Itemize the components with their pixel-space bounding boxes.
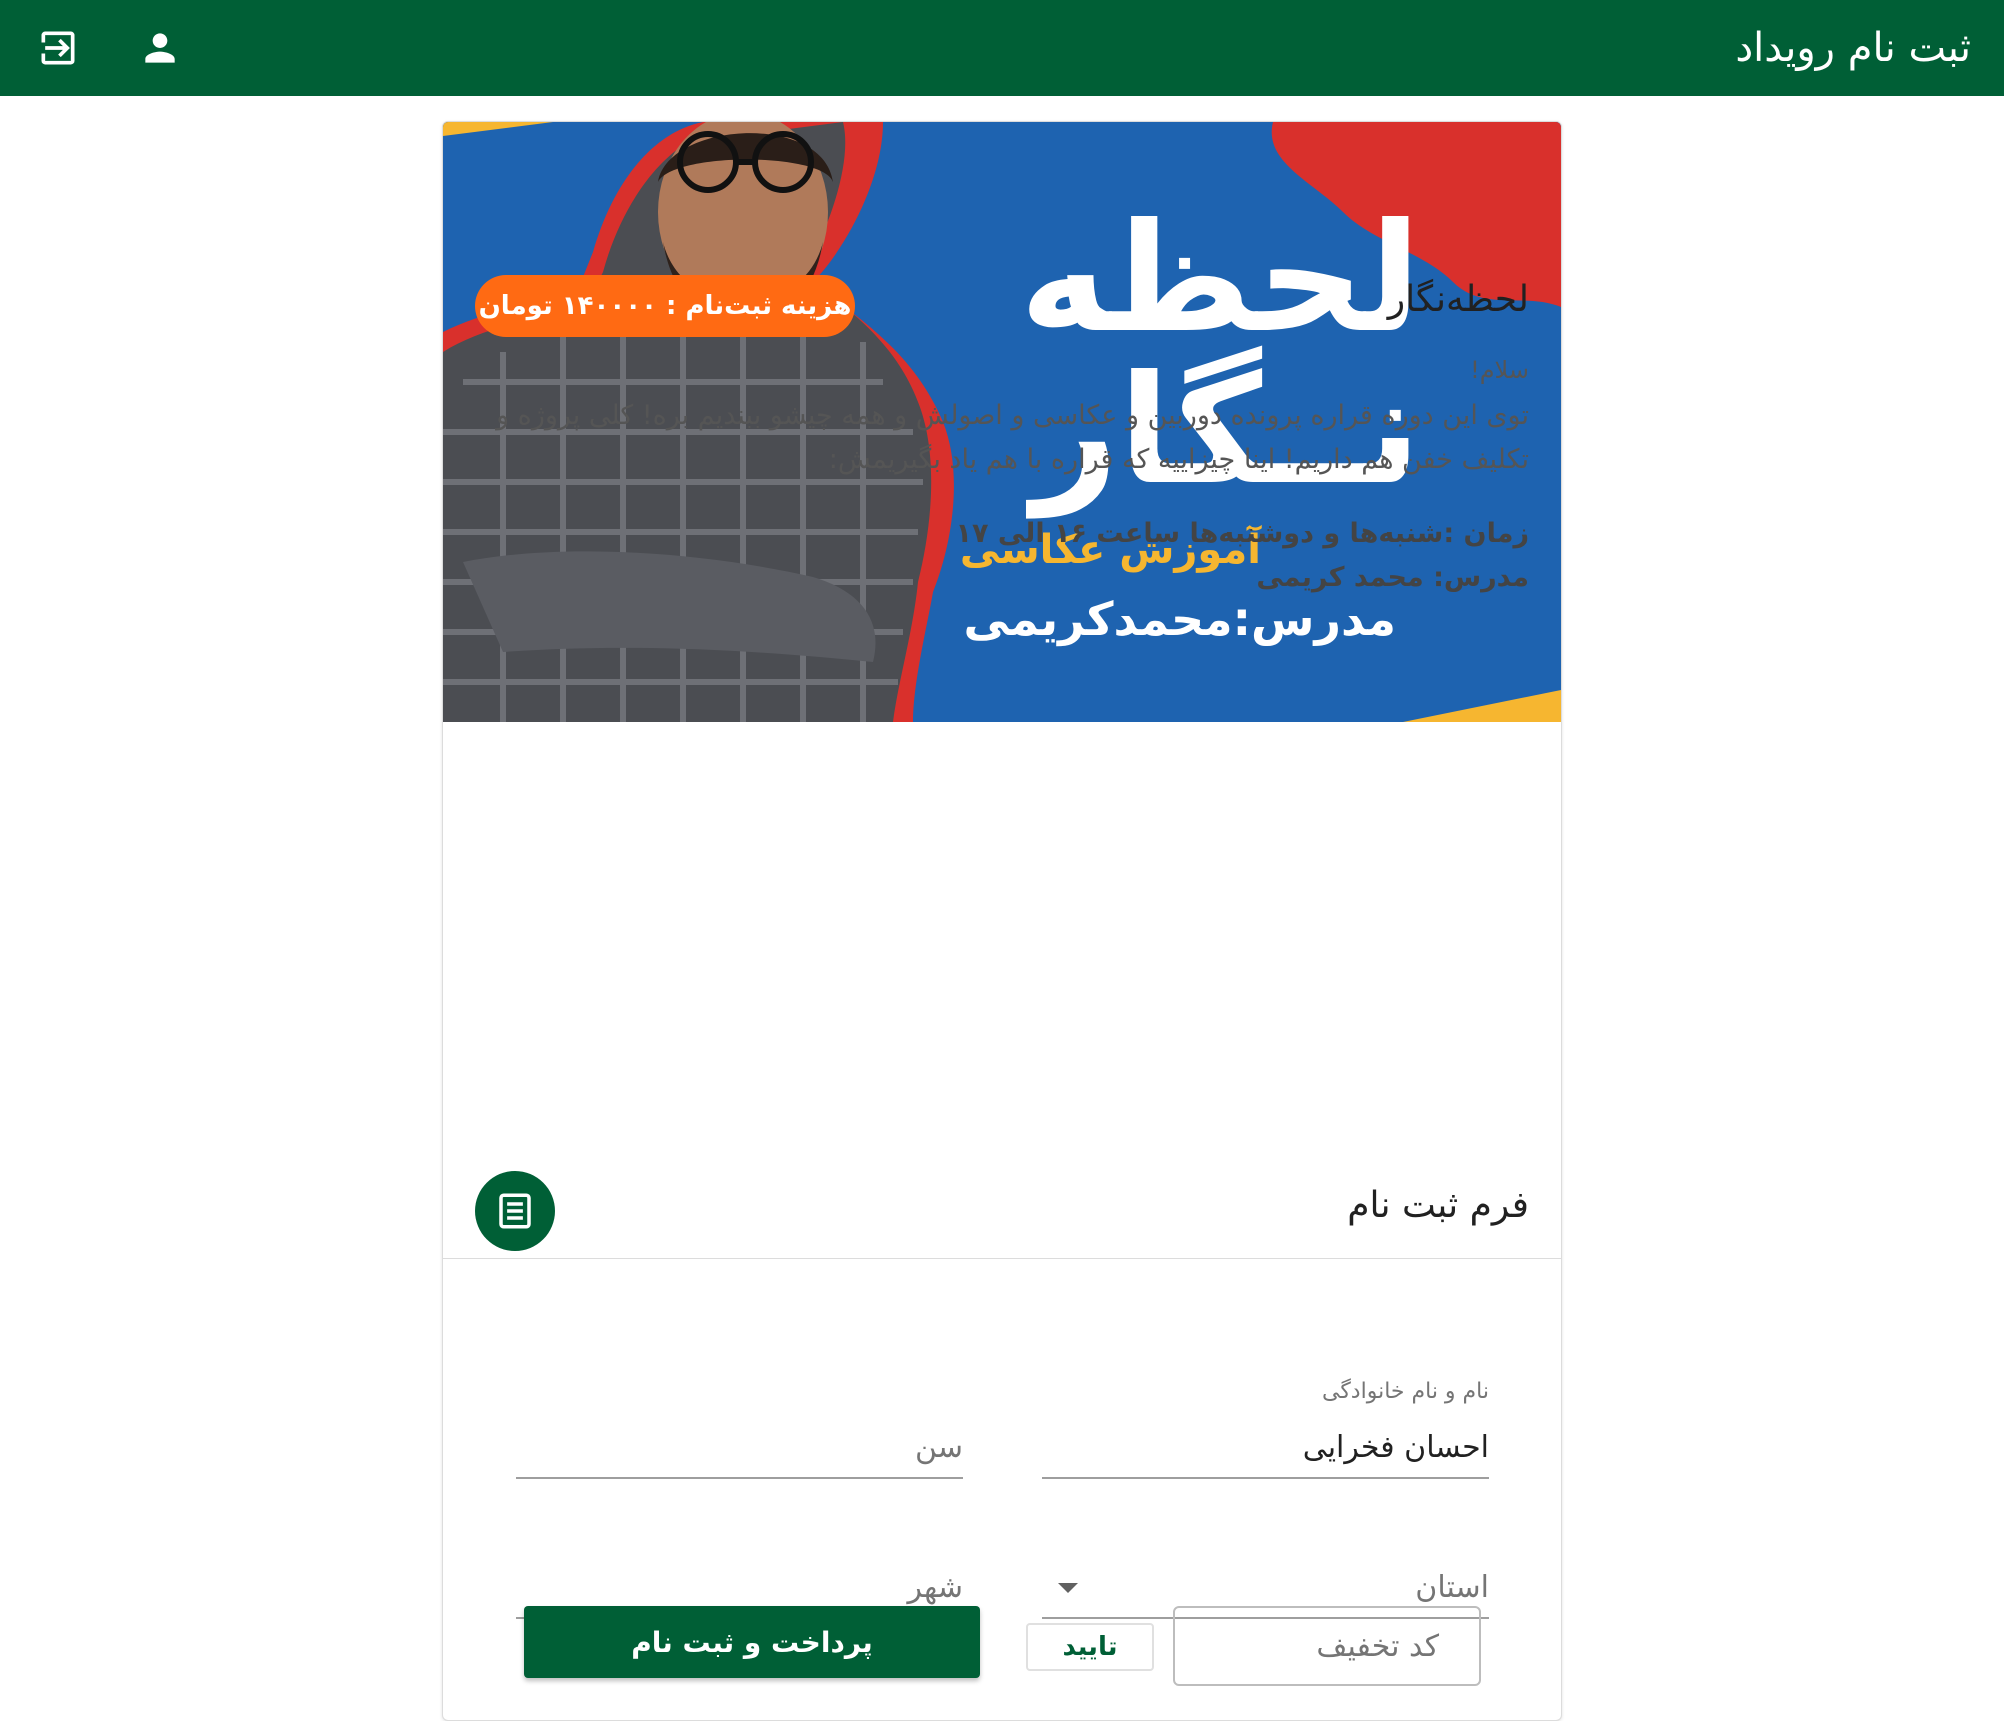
confirm-discount-button[interactable]: تایید [1026,1623,1154,1671]
banner-title-line1: لحظه [1019,192,1423,366]
discount-code-input[interactable]: کد تخفیف [1173,1606,1481,1686]
app-bar: ثبت نام رویداد [0,0,2004,96]
age-field[interactable]: سن [516,1379,963,1479]
event-title: لحظه‌نگار [1387,279,1529,320]
banner-teacher: مدرس:محمدکریمی [964,592,1396,646]
event-card: لحظه نــگار آموزش عکاسی مدرس:محمدکریمی ل… [442,121,1562,1721]
fullname-underline [1042,1477,1489,1479]
form-title: فرم ثبت نام [1347,1185,1529,1226]
event-description-text: توی این دوره قراره پرونده دوربین و عکاسی… [496,400,1529,475]
form-icon [475,1171,555,1251]
price-badge: هزینه ثبت‌نام : ۱۴۰۰۰۰ تومان [475,275,855,337]
account-icon[interactable] [134,22,186,74]
fullname-label: نام و نام خانوادگی [1321,1379,1489,1404]
chevron-down-icon[interactable] [1058,1583,1078,1593]
event-description: سلام! توی این دوره قراره پرونده دوربین و… [469,350,1529,600]
banner-teacher-prefix: مدرس: [1232,592,1396,646]
fullname-field[interactable]: نام و نام خانوادگی احسان فخرایی [1042,1379,1489,1479]
pay-and-register-button[interactable]: پرداخت و ثبت نام [524,1606,980,1678]
event-schedule: زمان :شنبه‌ها و دوشنبه‌ها ساعت ۱۶ الی ۱۷ [955,518,1530,549]
event-greeting: سلام! [1470,356,1529,384]
app-title: ثبت نام رویداد [1735,25,1971,71]
age-underline [516,1477,963,1479]
event-info [443,722,1561,1259]
city-input[interactable]: شهر [516,1570,963,1605]
banner-teacher-name: محمدکریمی [963,592,1233,646]
province-select[interactable]: استان [1042,1519,1489,1619]
fullname-input[interactable]: احسان فخرایی [1042,1430,1489,1465]
logout-icon[interactable] [32,22,84,74]
province-value: استان [1415,1570,1489,1605]
city-field[interactable]: شهر [516,1519,963,1619]
app-bar-actions [0,22,186,74]
age-input[interactable]: سن [516,1430,963,1465]
event-teacher: مدرس: محمد کریمی [1256,562,1529,593]
